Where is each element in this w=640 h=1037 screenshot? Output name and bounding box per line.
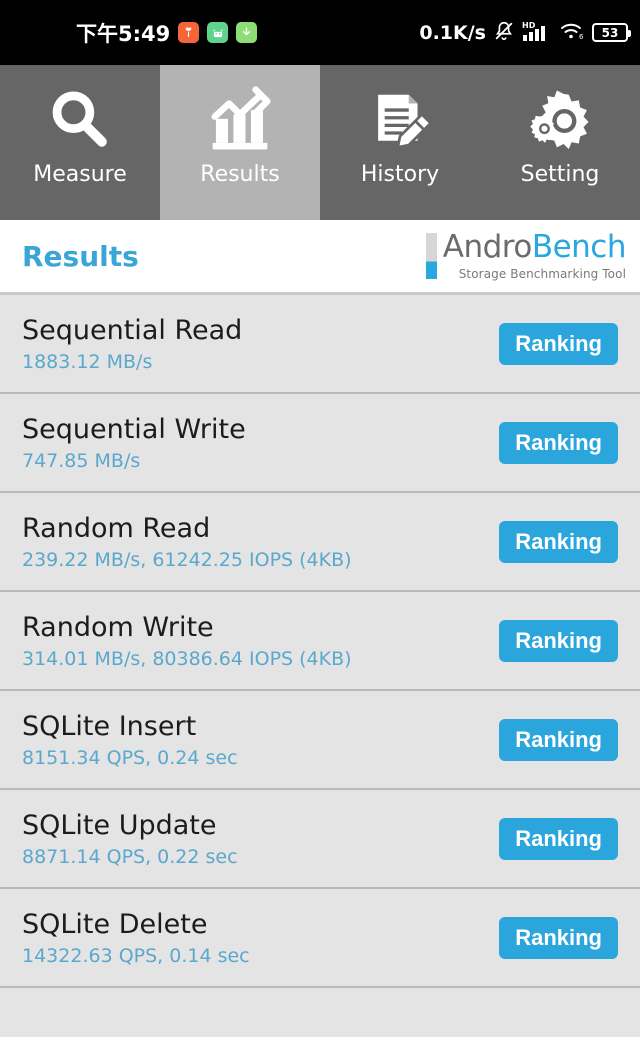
result-value: 747.85 MB/s [22,449,141,472]
result-title: Sequential Read [22,314,243,346]
document-pencil-icon [365,82,435,160]
ranking-button[interactable]: Ranking [499,322,618,365]
result-value: 1883.12 MB/s [22,350,153,373]
row-texts: Random Write 314.01 MB/s, 80386.64 IOPS … [22,612,352,670]
page-title: Results [22,239,139,273]
table-row[interactable]: Random Write 314.01 MB/s, 80386.64 IOPS … [0,592,640,691]
tab-measure[interactable]: Measure [0,65,160,220]
table-row[interactable]: Random Read 239.22 MB/s, 61242.25 IOPS (… [0,493,640,592]
status-bar: 下午5:49 0.1K/s HD 6 53 [0,0,640,65]
results-list: Sequential Read 1883.12 MB/s Ranking Seq… [0,295,640,988]
table-row[interactable]: Sequential Read 1883.12 MB/s Ranking [0,295,640,394]
tab-setting[interactable]: Setting [480,65,640,220]
gears-icon [525,82,595,160]
result-title: Random Write [22,611,214,643]
result-value: 14322.63 QPS, 0.14 sec [22,944,250,967]
tab-results[interactable]: Results [160,65,320,220]
result-title: Sequential Write [22,413,246,445]
table-row[interactable]: SQLite Delete 14322.63 QPS, 0.14 sec Ran… [0,889,640,988]
ranking-button[interactable]: Ranking [499,916,618,959]
tab-measure-label: Measure [33,162,127,187]
svg-text:6: 6 [579,33,584,41]
table-row[interactable]: Sequential Write 747.85 MB/s Ranking [0,394,640,493]
result-value: 239.22 MB/s, 61242.25 IOPS (4KB) [22,548,352,571]
androbench-logo: AndroBench Storage Benchmarking Tool [425,228,627,281]
tab-bar: Measure Results History Setting [0,65,640,220]
row-texts: Sequential Read 1883.12 MB/s [22,315,242,373]
signal-bars-icon: HD [522,20,552,46]
ranking-button[interactable]: Ranking [499,619,618,662]
battery-level-label: 53 [601,25,619,40]
row-texts: Random Read 239.22 MB/s, 61242.25 IOPS (… [22,513,352,571]
status-bar-right: 0.1K/s HD 6 53 [419,20,631,46]
tab-results-label: Results [200,162,280,187]
result-title: SQLite Insert [22,710,197,742]
tab-setting-label: Setting [520,162,600,187]
result-value: 8871.14 QPS, 0.22 sec [22,845,238,868]
mute-bell-icon [493,20,515,46]
result-title: SQLite Delete [22,908,208,940]
tab-history[interactable]: History [320,65,480,220]
android-app-icon [207,22,229,43]
result-title: SQLite Update [22,809,217,841]
network-speed-label: 0.1K/s [419,21,486,44]
svg-text:HD: HD [522,21,536,30]
row-texts: SQLite Delete 14322.63 QPS, 0.14 sec [22,909,250,967]
ranking-button[interactable]: Ranking [499,520,618,563]
clock-label: 下午5:49 [76,21,171,46]
ranking-button[interactable]: Ranking [499,817,618,860]
orange-app-icon [178,22,200,43]
logo-text: AndroBench Storage Benchmarking Tool [442,228,627,281]
result-value: 314.01 MB/s, 80386.64 IOPS (4KB) [22,647,352,670]
bar-chart-arrow-icon [205,82,275,160]
result-title: Random Read [22,512,211,544]
row-texts: Sequential Write 747.85 MB/s [22,414,246,472]
table-row[interactable]: SQLite Update 8871.14 QPS, 0.22 sec Rank… [0,790,640,889]
ranking-button[interactable]: Ranking [499,718,618,761]
row-texts: SQLite Update 8871.14 QPS, 0.22 sec [22,810,238,868]
logo-bench: Bench [531,228,627,265]
result-value: 8151.34 QPS, 0.24 sec [22,746,238,769]
magnifier-icon [45,82,115,160]
tab-history-label: History [360,162,440,187]
logo-andro: Andro [442,228,533,265]
download-icon [236,22,258,43]
row-texts: SQLite Insert 8151.34 QPS, 0.24 sec [22,711,238,769]
logo-bar-icon [425,233,437,279]
battery-icon: 53 [592,23,631,42]
ranking-button[interactable]: Ranking [499,421,618,464]
wifi-icon: 6 [559,20,585,46]
table-row[interactable]: SQLite Insert 8151.34 QPS, 0.24 sec Rank… [0,691,640,790]
logo-tagline: Storage Benchmarking Tool [458,266,626,281]
page-header: Results AndroBench Storage Benchmarking … [0,220,640,295]
logo-wordmark: AndroBench [442,228,627,265]
status-bar-left: 下午5:49 [76,18,258,48]
